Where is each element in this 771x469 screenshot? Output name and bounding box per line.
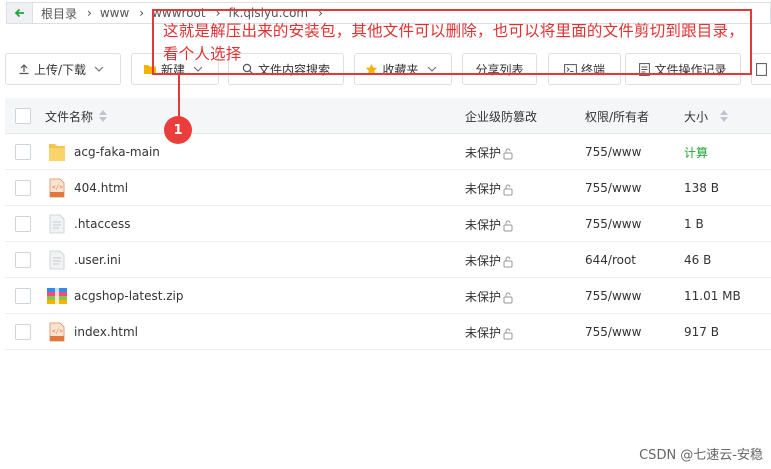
permission-link[interactable]: 755/www [585, 206, 641, 242]
chevron-down-icon [94, 66, 104, 72]
folder-icon [48, 134, 66, 170]
upload-download-button[interactable]: 上传/下载 [5, 53, 121, 85]
table-row[interactable]: .user.ini 未保护 644/root 46 B [5, 242, 771, 278]
file-name-link[interactable]: .user.ini [74, 242, 121, 278]
file-size: 138 B [684, 181, 719, 195]
column-header-size[interactable]: 大小 [684, 98, 729, 134]
html-file-icon: </> [49, 170, 65, 206]
row-checkbox[interactable] [15, 324, 31, 340]
unlock-icon [503, 292, 513, 304]
unlock-icon [503, 220, 513, 232]
tamper-status[interactable]: 未保护 [465, 278, 514, 314]
text-file-icon [49, 242, 65, 278]
permission-link[interactable]: 755/www [585, 134, 641, 170]
file-table: 文件名称 企业级防篡改 权限/所有者 大小 acg-faka-main 未保护 … [5, 98, 771, 350]
unlock-icon [503, 328, 513, 340]
tamper-status[interactable]: 未保护 [465, 242, 514, 278]
permission-link[interactable]: 755/www [585, 314, 641, 350]
more-button[interactable] [751, 53, 771, 85]
annotation-pointer-line [178, 75, 180, 117]
annotation-badge: 1 [164, 116, 192, 144]
unlock-icon [503, 256, 513, 268]
tamper-status[interactable]: 未保护 [465, 134, 514, 170]
unlock-icon [503, 148, 513, 160]
table-row[interactable]: acg-faka-main 未保护 755/www 计算 [5, 134, 771, 170]
tamper-status[interactable]: 未保护 [465, 170, 514, 206]
file-size: 11.01 MB [684, 289, 741, 303]
file-name-link[interactable]: .htaccess [74, 206, 131, 242]
row-checkbox[interactable] [15, 144, 31, 160]
arrow-left-icon [14, 8, 24, 18]
row-checkbox[interactable] [15, 288, 31, 304]
text-file-icon [49, 206, 65, 242]
breadcrumb-item-www[interactable]: www › [92, 6, 144, 20]
file-size: 1 B [684, 217, 704, 231]
table-row[interactable]: acgshop-latest.zip 未保护 755/www 11.01 MB [5, 278, 771, 314]
svg-text:</>: </> [52, 328, 63, 335]
file-name-link[interactable]: acg-faka-main [74, 134, 160, 170]
permission-link[interactable]: 755/www [585, 170, 641, 206]
table-header: 文件名称 企业级防篡改 权限/所有者 大小 [5, 98, 771, 134]
unlock-icon [503, 184, 513, 196]
permission-link[interactable]: 755/www [585, 278, 641, 314]
breadcrumb-item-root[interactable]: 根目录 › [33, 5, 92, 22]
file-size: 917 B [684, 325, 719, 339]
row-checkbox[interactable] [15, 216, 31, 232]
svg-text:</>: </> [52, 184, 63, 191]
file-size: 46 B [684, 253, 712, 267]
table-row[interactable]: .htaccess 未保护 755/www 1 B [5, 206, 771, 242]
sort-icon [99, 110, 108, 122]
column-header-name[interactable]: 文件名称 [45, 98, 108, 134]
select-all-checkbox[interactable] [15, 108, 31, 124]
compute-size-link[interactable]: 计算 [684, 134, 708, 170]
file-name-link[interactable]: index.html [74, 314, 138, 350]
annotation-text: 这就是解压出来的安装包，其他文件可以删除，也可以将里面的文件剪切到跟目录，看个人… [163, 22, 744, 63]
file-name-link[interactable]: acgshop-latest.zip [74, 278, 184, 314]
column-header-perm: 权限/所有者 [585, 109, 650, 124]
tamper-status[interactable]: 未保护 [465, 314, 514, 350]
zip-file-icon [46, 278, 68, 314]
tamper-status[interactable]: 未保护 [465, 206, 514, 242]
row-checkbox[interactable] [15, 180, 31, 196]
document-icon [755, 62, 767, 76]
permission-link[interactable]: 644/root [585, 242, 636, 278]
watermark: CSDN @七速云-安稳 [639, 448, 763, 463]
file-name-link[interactable]: 404.html [74, 170, 128, 206]
row-checkbox[interactable] [15, 252, 31, 268]
table-row[interactable]: </> 404.html 未保护 755/www 138 B [5, 170, 771, 206]
sort-icon [720, 110, 729, 122]
column-header-tamper: 企业级防篡改 [465, 109, 538, 124]
table-row[interactable]: </> index.html 未保护 755/www 917 B [5, 314, 771, 350]
upload-icon [19, 64, 29, 75]
html-file-icon: </> [49, 314, 65, 350]
back-button[interactable] [7, 3, 33, 23]
